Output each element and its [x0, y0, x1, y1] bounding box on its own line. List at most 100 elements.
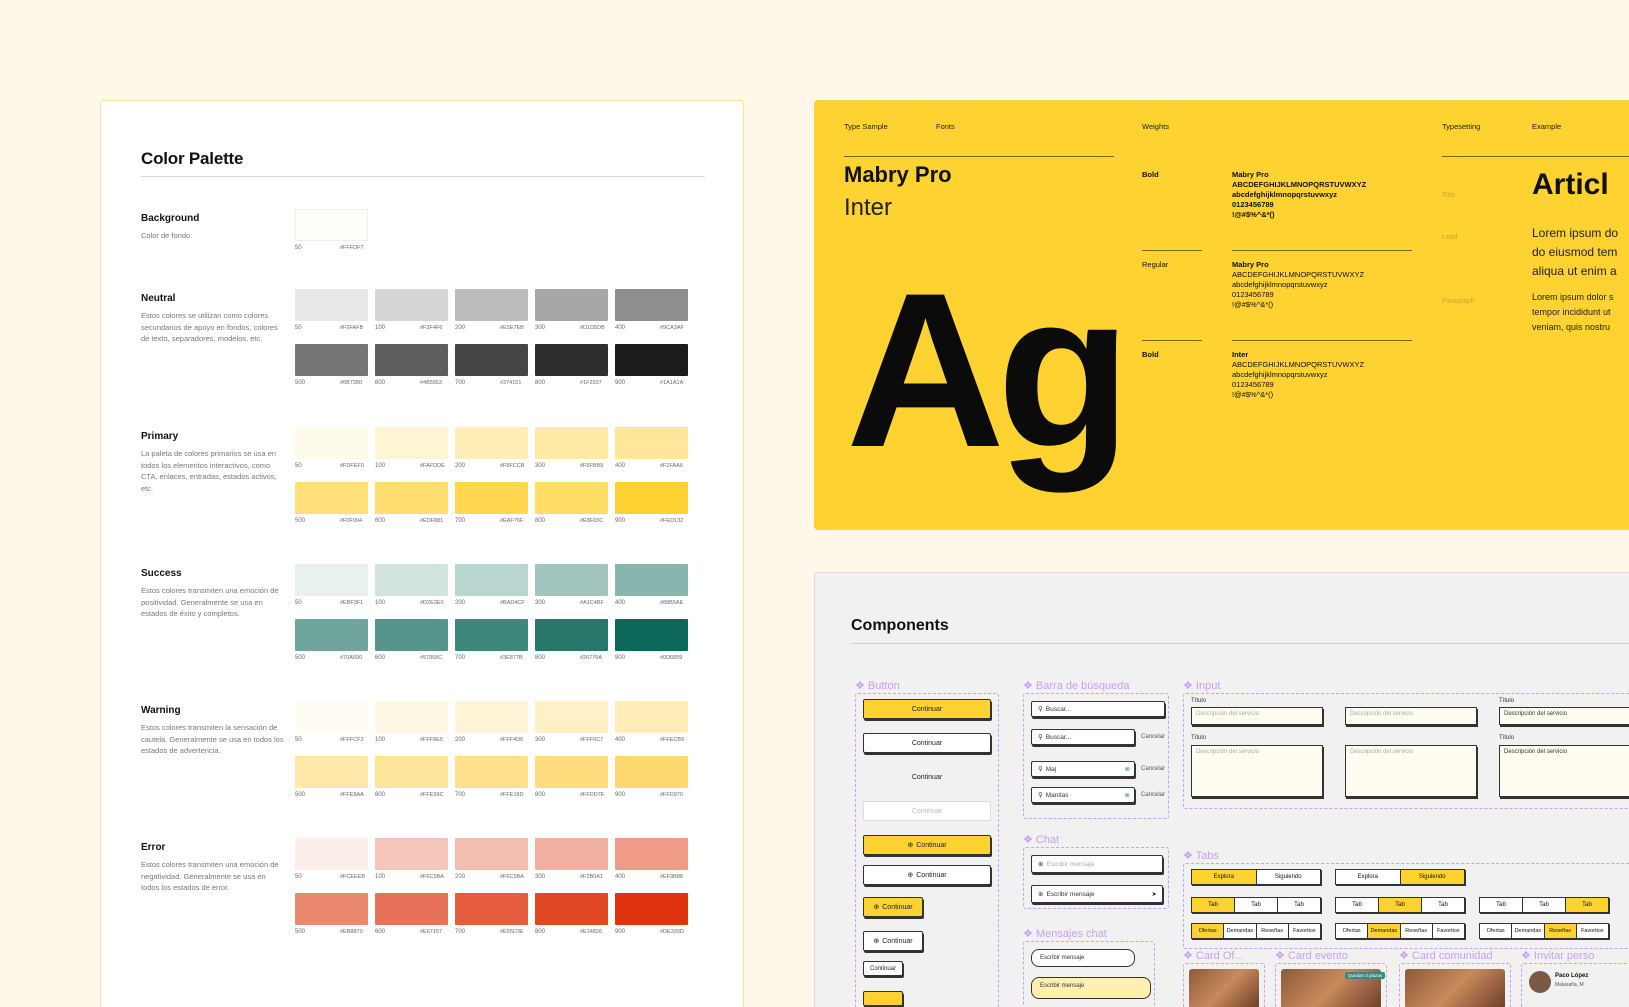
tab-ofertas[interactable]: Ofertas: [1192, 924, 1225, 938]
color-swatch[interactable]: [375, 701, 448, 733]
color-swatch[interactable]: [615, 756, 688, 788]
color-swatch[interactable]: [295, 619, 368, 651]
card-offer-image[interactable]: [1189, 969, 1259, 1007]
clear-icon[interactable]: ⊗: [1125, 791, 1130, 799]
color-swatch[interactable]: [615, 482, 688, 514]
continue-button-small-secondary[interactable]: ⊕ Continuar: [863, 931, 923, 951]
color-swatch[interactable]: [295, 564, 368, 596]
color-swatch[interactable]: [295, 289, 368, 321]
color-swatch[interactable]: [295, 838, 368, 870]
tab-item[interactable]: Tab: [1379, 898, 1422, 912]
text-input-single[interactable]: Descripción del servicio: [1191, 707, 1323, 725]
color-swatch[interactable]: [615, 619, 688, 651]
cancel-link[interactable]: Cancelar: [1141, 734, 1165, 740]
tab-item[interactable]: Tab: [1480, 898, 1523, 912]
color-swatch[interactable]: [455, 427, 528, 459]
tab-item[interactable]: Tab: [1422, 898, 1464, 912]
tab-ofertas[interactable]: Ofertas: [1480, 924, 1513, 938]
continue-button-icon-secondary[interactable]: ⊕ Continuar: [863, 865, 991, 885]
tab-item[interactable]: Tab: [1278, 898, 1320, 912]
search-input-typing[interactable]: ⚲ Ma| ⊗: [1031, 761, 1135, 777]
continue-button-tiny[interactable]: Continuar: [863, 961, 903, 976]
tab-item[interactable]: Tab: [1336, 898, 1379, 912]
color-swatch[interactable]: [375, 893, 448, 925]
color-swatch[interactable]: [615, 564, 688, 596]
color-swatch[interactable]: [615, 893, 688, 925]
color-swatch[interactable]: [375, 427, 448, 459]
color-swatch[interactable]: [295, 756, 368, 788]
color-swatch[interactable]: [375, 482, 448, 514]
color-swatch[interactable]: [375, 564, 448, 596]
cancel-link[interactable]: Cancelar: [1141, 766, 1165, 772]
color-swatch[interactable]: [375, 756, 448, 788]
search-input-focused[interactable]: ⚲ Buscar...: [1031, 729, 1135, 745]
continue-button-ghost[interactable]: Continuar: [863, 767, 991, 787]
color-swatch[interactable]: [535, 344, 608, 376]
tab-explora[interactable]: Explora: [1336, 870, 1401, 884]
tab-item[interactable]: Tab: [1192, 898, 1235, 912]
tab-siguiendo[interactable]: Siguiendo: [1400, 870, 1464, 884]
color-swatch[interactable]: [455, 893, 528, 925]
color-swatch[interactable]: [535, 564, 608, 596]
search-input-filled[interactable]: ⚲ Manitas ⊗: [1031, 787, 1135, 803]
color-swatch[interactable]: [535, 756, 608, 788]
tab-favoritos[interactable]: Favoritos: [1289, 924, 1320, 938]
cancel-link[interactable]: Cancelar: [1141, 792, 1165, 798]
color-swatch[interactable]: [295, 344, 368, 376]
tab-resenas[interactable]: Reseñas: [1401, 924, 1433, 938]
clear-icon[interactable]: ⊗: [1125, 765, 1130, 773]
color-swatch[interactable]: [455, 564, 528, 596]
textarea-input[interactable]: Descripción del servicio: [1191, 745, 1323, 797]
color-swatch[interactable]: [615, 289, 688, 321]
textarea-input-filled[interactable]: Descripción del servicio: [1499, 745, 1629, 797]
color-swatch[interactable]: [615, 838, 688, 870]
continue-button-small-primary[interactable]: ⊕ Continuar: [863, 897, 923, 917]
continue-button-tiny-primary[interactable]: [863, 991, 903, 1006]
color-swatch[interactable]: [295, 209, 368, 241]
color-swatch[interactable]: [455, 482, 528, 514]
color-swatch[interactable]: [535, 893, 608, 925]
send-icon[interactable]: ➤: [1152, 890, 1157, 898]
color-swatch[interactable]: [295, 482, 368, 514]
color-swatch[interactable]: [375, 344, 448, 376]
text-input-filled[interactable]: Descripción del servicio: [1499, 707, 1629, 725]
color-swatch[interactable]: [295, 427, 368, 459]
color-swatch[interactable]: [615, 344, 688, 376]
color-swatch[interactable]: [455, 289, 528, 321]
color-swatch[interactable]: [455, 838, 528, 870]
chat-input-empty[interactable]: ⊕ Escribir mensaje: [1031, 855, 1163, 873]
tab-favoritos[interactable]: Favoritos: [1433, 924, 1464, 938]
color-swatch[interactable]: [535, 838, 608, 870]
color-swatch[interactable]: [295, 701, 368, 733]
tab-favoritos[interactable]: Favoritos: [1577, 924, 1608, 938]
tab-ofertas[interactable]: Ofertas: [1336, 924, 1369, 938]
color-swatch[interactable]: [375, 838, 448, 870]
tab-resenas[interactable]: Reseñas: [1257, 924, 1289, 938]
color-swatch[interactable]: [375, 289, 448, 321]
color-swatch[interactable]: [615, 701, 688, 733]
color-swatch[interactable]: [455, 756, 528, 788]
tab-explora[interactable]: Explora: [1192, 870, 1257, 884]
card-community-image[interactable]: [1405, 969, 1505, 1007]
color-swatch[interactable]: [455, 701, 528, 733]
textarea-input-2[interactable]: Descripción del servicio: [1345, 745, 1477, 797]
search-input-empty[interactable]: ⚲ Buscar...: [1031, 701, 1165, 717]
tab-item[interactable]: Tab: [1235, 898, 1278, 912]
tab-demandas[interactable]: Demandas: [1224, 924, 1257, 938]
tab-item[interactable]: Tab: [1566, 898, 1608, 912]
tab-demandas[interactable]: Demandas: [1512, 924, 1545, 938]
color-swatch[interactable]: [455, 619, 528, 651]
chat-input-typing[interactable]: ⊕ Escribir mensaje ➤: [1031, 885, 1163, 903]
continue-button-disabled[interactable]: Continuar: [863, 801, 991, 821]
color-swatch[interactable]: [535, 427, 608, 459]
color-swatch[interactable]: [535, 619, 608, 651]
continue-button-icon-primary[interactable]: ⊕ Continuar: [863, 835, 991, 855]
tab-demandas[interactable]: Demandas: [1368, 924, 1401, 938]
continue-button-secondary[interactable]: Continuar: [863, 733, 991, 753]
color-swatch[interactable]: [535, 701, 608, 733]
continue-button-primary[interactable]: Continuar: [863, 699, 991, 719]
color-swatch[interactable]: [535, 289, 608, 321]
color-swatch[interactable]: [375, 619, 448, 651]
color-swatch[interactable]: [295, 893, 368, 925]
tab-resenas[interactable]: Reseñas: [1544, 924, 1577, 938]
